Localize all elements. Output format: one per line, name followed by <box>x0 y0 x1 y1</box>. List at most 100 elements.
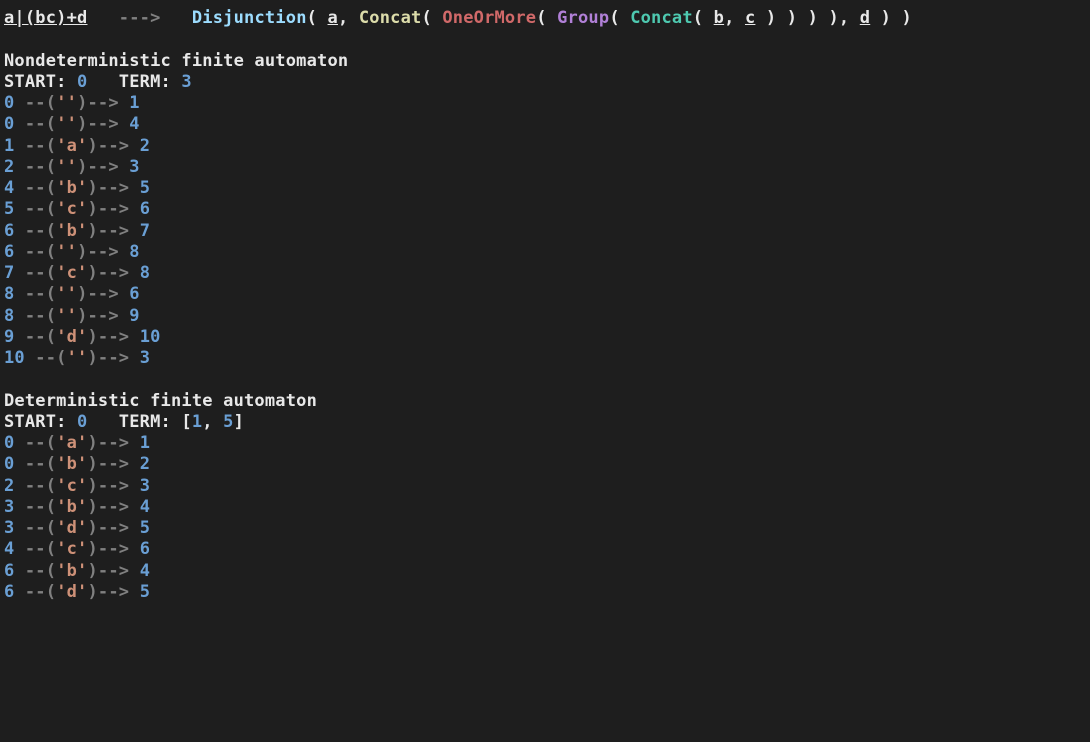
nfa-term-label: TERM: <box>119 72 171 92</box>
transition-from: 8 <box>4 284 14 304</box>
transition-to: 1 <box>129 93 139 113</box>
transition-to: 5 <box>140 518 150 538</box>
transition-symbol: 'b' <box>56 454 87 474</box>
fn-concat: Concat <box>359 8 422 28</box>
nfa-title: Nondeterministic finite automaton <box>4 51 348 71</box>
transition-to: 5 <box>140 178 150 198</box>
transition-to: 4 <box>140 497 150 517</box>
transition-to: 2 <box>140 136 150 156</box>
transition-from: 6 <box>4 242 14 262</box>
arg-b: b <box>714 8 724 28</box>
transition-symbol: '' <box>56 157 77 177</box>
transition-to: 3 <box>129 157 139 177</box>
transition-symbol: 'c' <box>56 476 87 496</box>
arrow: ---> <box>119 8 161 28</box>
transition: 4 --('c')--> 6 <box>4 539 150 559</box>
transition-symbol: 'b' <box>56 497 87 517</box>
transition-to: 3 <box>140 476 150 496</box>
transition-to: 6 <box>140 539 150 559</box>
transition-from: 2 <box>4 476 14 496</box>
transition-to: 8 <box>129 242 139 262</box>
transition: 9 --('d')--> 10 <box>4 327 161 347</box>
transition-to: 3 <box>140 348 150 368</box>
transition-to: 2 <box>140 454 150 474</box>
transition-from: 6 <box>4 582 14 602</box>
transition: 6 --('b')--> 4 <box>4 561 150 581</box>
transition-symbol: 'a' <box>56 433 87 453</box>
transition-symbol: 'd' <box>56 518 87 538</box>
transition-from: 0 <box>4 433 14 453</box>
regex-input: a|(bc)+d <box>4 8 87 28</box>
transition-from: 5 <box>4 199 14 219</box>
dfa-start: 0 <box>77 412 87 432</box>
transition-to: 4 <box>140 561 150 581</box>
transition-from: 4 <box>4 178 14 198</box>
transition: 0 --('')--> 4 <box>4 114 140 134</box>
transition-from: 0 <box>4 114 14 134</box>
transition-from: 8 <box>4 306 14 326</box>
transition-symbol: '' <box>56 93 77 113</box>
transition: 2 --('')--> 3 <box>4 157 140 177</box>
transition-symbol: 'c' <box>56 199 87 219</box>
transition: 0 --('')--> 1 <box>4 93 140 113</box>
transition: 2 --('c')--> 3 <box>4 476 150 496</box>
transition: 6 --('')--> 8 <box>4 242 140 262</box>
transition: 4 --('b')--> 5 <box>4 178 150 198</box>
transition-symbol: 'c' <box>56 539 87 559</box>
transition-from: 1 <box>4 136 14 156</box>
transition-from: 6 <box>4 561 14 581</box>
transition-from: 4 <box>4 539 14 559</box>
transition-from: 3 <box>4 518 14 538</box>
transition: 10 --('')--> 3 <box>4 348 150 368</box>
transition: 3 --('b')--> 4 <box>4 497 150 517</box>
fn-disjunction: Disjunction <box>192 8 307 28</box>
nfa-term: 3 <box>181 72 191 92</box>
dfa-section: Deterministic finite automaton START: 0 … <box>4 391 1086 604</box>
transition: 6 --('b')--> 7 <box>4 221 150 241</box>
transition-to: 9 <box>129 306 139 326</box>
transition: 0 --('b')--> 2 <box>4 454 150 474</box>
transition-symbol: 'b' <box>56 221 87 241</box>
transition-to: 1 <box>140 433 150 453</box>
transition-symbol: 'b' <box>56 561 87 581</box>
fn-group: Group <box>557 8 609 28</box>
transition-to: 7 <box>140 221 150 241</box>
transition-to: 5 <box>140 582 150 602</box>
nfa-section: Nondeterministic finite automaton START:… <box>4 51 1086 370</box>
transition-from: 0 <box>4 93 14 113</box>
dfa-start-label: START: <box>4 412 67 432</box>
fn-oneormore: OneOrMore <box>442 8 536 28</box>
dfa-term-label: TERM: <box>119 412 171 432</box>
transition-from: 6 <box>4 221 14 241</box>
transition-to: 6 <box>129 284 139 304</box>
transition-symbol: 'c' <box>56 263 87 283</box>
nfa-start-label: START: <box>4 72 67 92</box>
transition-from: 7 <box>4 263 14 283</box>
transition-from: 9 <box>4 327 14 347</box>
nfa-start: 0 <box>77 72 87 92</box>
transition: 8 --('')--> 6 <box>4 284 140 304</box>
fn-concat-inner: Concat <box>630 8 693 28</box>
transition-symbol: '' <box>56 242 77 262</box>
transition-to: 6 <box>140 199 150 219</box>
arg-d: d <box>860 8 870 28</box>
transition-symbol: 'd' <box>56 327 87 347</box>
transition: 7 --('c')--> 8 <box>4 263 150 283</box>
transition-from: 2 <box>4 157 14 177</box>
transition-symbol: '' <box>56 306 77 326</box>
transition-to: 4 <box>129 114 139 134</box>
transition-symbol: 'a' <box>56 136 87 156</box>
transition-to: 10 <box>140 327 161 347</box>
arg-c: c <box>745 8 755 28</box>
transition: 8 --('')--> 9 <box>4 306 140 326</box>
transition-symbol: 'b' <box>56 178 87 198</box>
transition: 3 --('d')--> 5 <box>4 518 150 538</box>
transition: 0 --('a')--> 1 <box>4 433 150 453</box>
transition-symbol: '' <box>56 284 77 304</box>
transition-symbol: '' <box>56 114 77 134</box>
transition: 1 --('a')--> 2 <box>4 136 150 156</box>
transition-symbol: 'd' <box>56 582 87 602</box>
transition: 6 --('d')--> 5 <box>4 582 150 602</box>
transition-to: 8 <box>140 263 150 283</box>
transition-symbol: '' <box>67 348 88 368</box>
